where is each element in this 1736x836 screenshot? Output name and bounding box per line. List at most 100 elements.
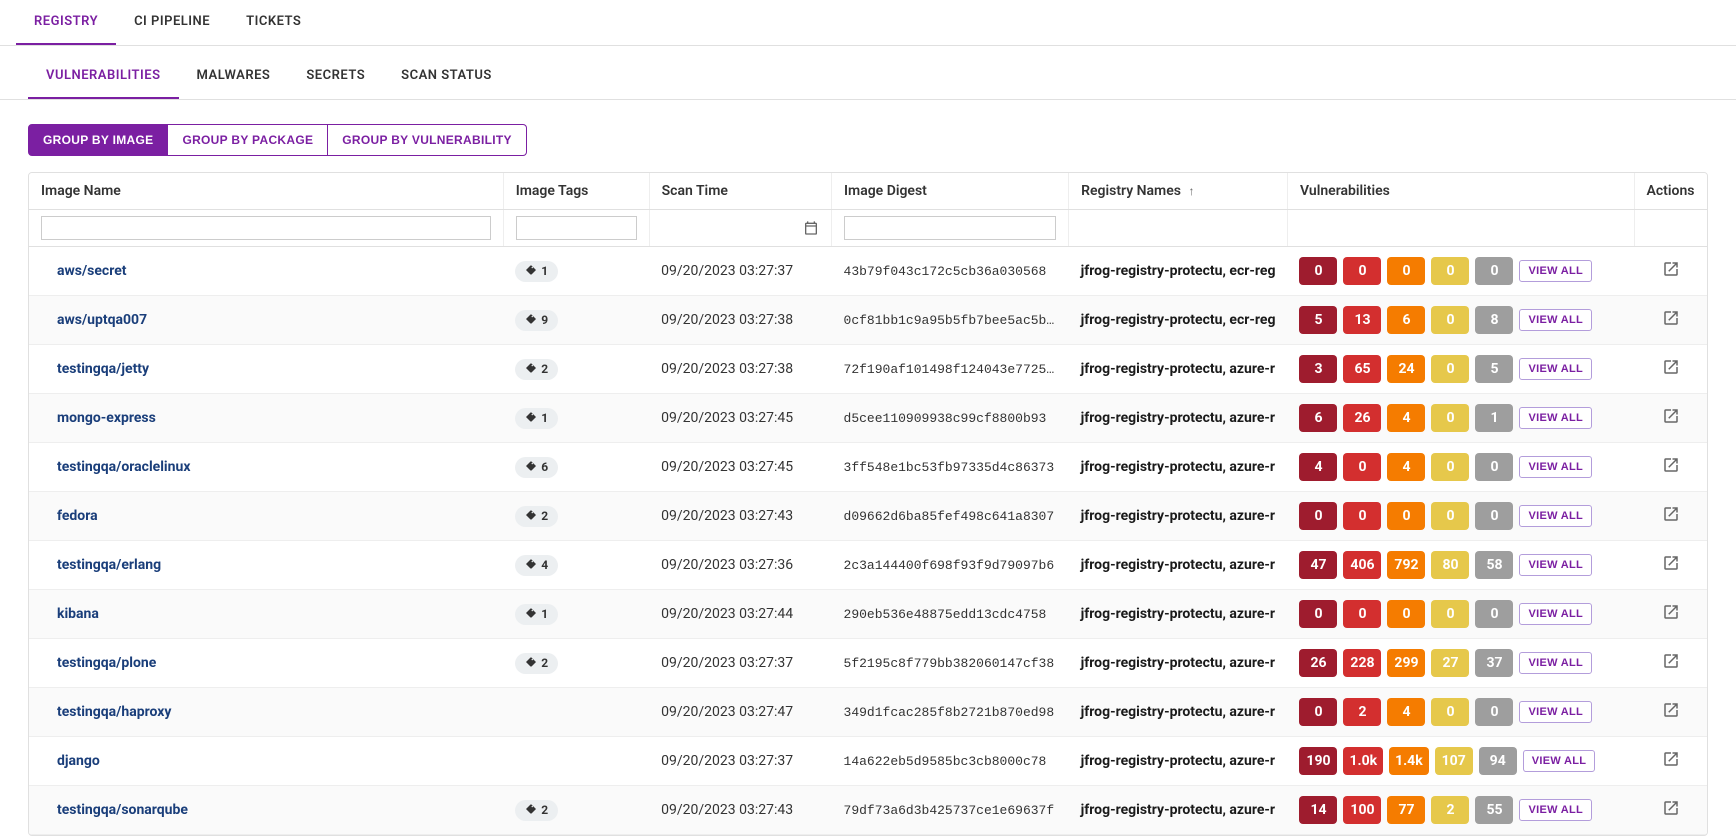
tag-count-badge[interactable]: 2 [515, 653, 558, 674]
view-all-button[interactable]: VIEW ALL [1519, 309, 1592, 331]
vuln-count-medium[interactable]: 4 [1387, 404, 1425, 432]
vuln-count-medium[interactable]: 0 [1387, 502, 1425, 530]
vuln-count-critical[interactable]: 0 [1299, 698, 1337, 726]
vuln-count-info[interactable]: 5 [1475, 355, 1513, 383]
vuln-count-info[interactable]: 58 [1475, 551, 1513, 579]
vuln-count-info[interactable]: 37 [1475, 649, 1513, 677]
vuln-count-high[interactable]: 406 [1343, 551, 1381, 579]
tag-count-badge[interactable]: 2 [515, 506, 558, 527]
vuln-count-critical[interactable]: 3 [1299, 355, 1337, 383]
vuln-count-critical[interactable]: 47 [1299, 551, 1337, 579]
filter-image-name-input[interactable] [41, 216, 491, 240]
tab-vulnerabilities[interactable]: VULNERABILITIES [28, 54, 179, 99]
image-name-link[interactable]: aws/secret [29, 247, 503, 296]
filter-scan-time-input[interactable] [662, 220, 819, 236]
col-header-vulnerabilities[interactable]: Vulnerabilities [1287, 173, 1634, 210]
group-by-vulnerability-button[interactable]: GROUP BY VULNERABILITY [328, 124, 527, 156]
image-name-link[interactable]: testingqa/oraclelinux [29, 443, 503, 492]
tag-count-badge[interactable]: 1 [515, 408, 558, 429]
vuln-count-critical[interactable]: 6 [1299, 404, 1337, 432]
open-external-icon[interactable] [1662, 462, 1680, 478]
view-all-button[interactable]: VIEW ALL [1519, 505, 1592, 527]
open-external-icon[interactable] [1662, 658, 1680, 674]
col-header-scan-time[interactable]: Scan Time [649, 173, 831, 210]
tag-count-badge[interactable]: 1 [515, 604, 558, 625]
vuln-count-medium[interactable]: 24 [1387, 355, 1425, 383]
col-header-registry-names[interactable]: Registry Names ↑ [1069, 173, 1288, 210]
open-external-icon[interactable] [1662, 805, 1680, 821]
vuln-count-high[interactable]: 2 [1343, 698, 1381, 726]
vuln-count-medium[interactable]: 77 [1387, 796, 1425, 824]
vuln-count-critical[interactable]: 5 [1299, 306, 1337, 334]
vuln-count-critical[interactable]: 190 [1299, 747, 1337, 775]
vuln-count-info[interactable]: 94 [1479, 747, 1517, 775]
image-name-link[interactable]: fedora [29, 492, 503, 541]
vuln-count-info[interactable]: 0 [1475, 600, 1513, 628]
tab-tickets[interactable]: TICKETS [228, 0, 319, 45]
vuln-count-critical[interactable]: 0 [1299, 600, 1337, 628]
vuln-count-info[interactable]: 0 [1475, 257, 1513, 285]
image-name-link[interactable]: testingqa/plone [29, 639, 503, 688]
vuln-count-high[interactable]: 26 [1343, 404, 1381, 432]
vuln-count-low[interactable]: 0 [1431, 257, 1469, 285]
tag-count-badge[interactable]: 9 [515, 310, 558, 331]
vuln-count-medium[interactable]: 0 [1387, 257, 1425, 285]
view-all-button[interactable]: VIEW ALL [1519, 554, 1592, 576]
vuln-count-medium[interactable]: 299 [1387, 649, 1425, 677]
group-by-image-button[interactable]: GROUP BY IMAGE [28, 124, 168, 156]
tag-count-badge[interactable]: 6 [515, 457, 558, 478]
vuln-count-critical[interactable]: 14 [1299, 796, 1337, 824]
view-all-button[interactable]: VIEW ALL [1519, 652, 1592, 674]
open-external-icon[interactable] [1662, 266, 1680, 282]
vuln-count-medium[interactable]: 0 [1387, 600, 1425, 628]
vuln-count-high[interactable]: 1.0k [1343, 747, 1383, 775]
tab-secrets[interactable]: SECRETS [288, 54, 383, 99]
vuln-count-info[interactable]: 0 [1475, 502, 1513, 530]
view-all-button[interactable]: VIEW ALL [1519, 456, 1592, 478]
filter-image-digest-input[interactable] [844, 216, 1056, 240]
vuln-count-medium[interactable]: 792 [1387, 551, 1425, 579]
vuln-count-high[interactable]: 228 [1343, 649, 1381, 677]
view-all-button[interactable]: VIEW ALL [1519, 701, 1592, 723]
image-name-link[interactable]: django [29, 737, 503, 786]
image-name-link[interactable]: mongo-express [29, 394, 503, 443]
image-name-link[interactable]: testingqa/haproxy [29, 688, 503, 737]
open-external-icon[interactable] [1662, 560, 1680, 576]
vuln-count-low[interactable]: 27 [1431, 649, 1469, 677]
vuln-count-high[interactable]: 0 [1343, 502, 1381, 530]
open-external-icon[interactable] [1662, 364, 1680, 380]
tag-count-badge[interactable]: 2 [515, 800, 558, 821]
filter-image-tags-input[interactable] [516, 216, 637, 240]
col-header-image-digest[interactable]: Image Digest [832, 173, 1069, 210]
vuln-count-low[interactable]: 0 [1431, 355, 1469, 383]
open-external-icon[interactable] [1662, 511, 1680, 527]
vuln-count-low[interactable]: 0 [1431, 698, 1469, 726]
vuln-count-high[interactable]: 0 [1343, 600, 1381, 628]
open-external-icon[interactable] [1662, 413, 1680, 429]
vuln-count-low[interactable]: 80 [1431, 551, 1469, 579]
col-header-actions[interactable]: Actions [1634, 173, 1707, 210]
open-external-icon[interactable] [1662, 707, 1680, 723]
vuln-count-info[interactable]: 55 [1475, 796, 1513, 824]
image-name-link[interactable]: kibana [29, 590, 503, 639]
group-by-package-button[interactable]: GROUP BY PACKAGE [168, 124, 328, 156]
vuln-count-low[interactable]: 2 [1431, 796, 1469, 824]
tag-count-badge[interactable]: 1 [515, 261, 558, 282]
view-all-button[interactable]: VIEW ALL [1519, 799, 1592, 821]
image-name-link[interactable]: testingqa/sonarqube [29, 786, 503, 835]
open-external-icon[interactable] [1662, 609, 1680, 625]
vuln-count-critical[interactable]: 0 [1299, 502, 1337, 530]
vuln-count-medium[interactable]: 4 [1387, 698, 1425, 726]
vuln-count-medium[interactable]: 6 [1387, 306, 1425, 334]
vuln-count-high[interactable]: 0 [1343, 257, 1381, 285]
vuln-count-critical[interactable]: 4 [1299, 453, 1337, 481]
vuln-count-medium[interactable]: 4 [1387, 453, 1425, 481]
vuln-count-high[interactable]: 0 [1343, 453, 1381, 481]
view-all-button[interactable]: VIEW ALL [1519, 603, 1592, 625]
image-name-link[interactable]: testingqa/jetty [29, 345, 503, 394]
vuln-count-low[interactable]: 107 [1435, 747, 1473, 775]
col-header-image-name[interactable]: Image Name [29, 173, 503, 210]
vuln-count-low[interactable]: 0 [1431, 306, 1469, 334]
tab-registry[interactable]: REGISTRY [16, 0, 116, 45]
vuln-count-high[interactable]: 65 [1343, 355, 1381, 383]
